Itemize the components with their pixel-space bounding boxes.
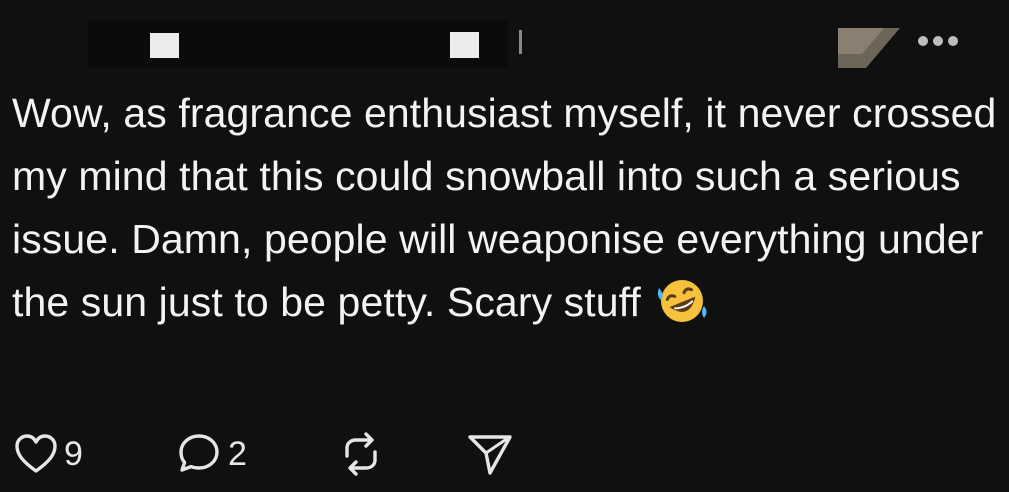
repost-icon (345, 432, 377, 476)
reply-count: 2 (228, 434, 247, 473)
repost-button[interactable] (337, 425, 385, 483)
redaction-edge (519, 30, 522, 54)
send-icon (468, 435, 512, 475)
post-text: Wow, as fragrance enthusiast myself, it … (12, 90, 997, 325)
redaction-marker-left (150, 33, 179, 58)
avatar[interactable] (838, 28, 900, 68)
more-options-button[interactable] (912, 28, 964, 54)
post-body: Wow, as fragrance enthusiast myself, it … (12, 82, 997, 334)
share-button[interactable] (466, 425, 514, 483)
like-button[interactable]: 9 (14, 425, 83, 483)
speech-bubble-icon (179, 434, 219, 472)
rolling-on-the-floor-laughing-emoji (658, 280, 707, 322)
like-count: 9 (64, 434, 83, 473)
more-horizontal-icon (918, 36, 958, 46)
redaction-marker-right (450, 32, 479, 58)
reply-button[interactable]: 2 (176, 425, 247, 483)
post-header (0, 0, 1009, 80)
heart-icon (15, 434, 57, 473)
